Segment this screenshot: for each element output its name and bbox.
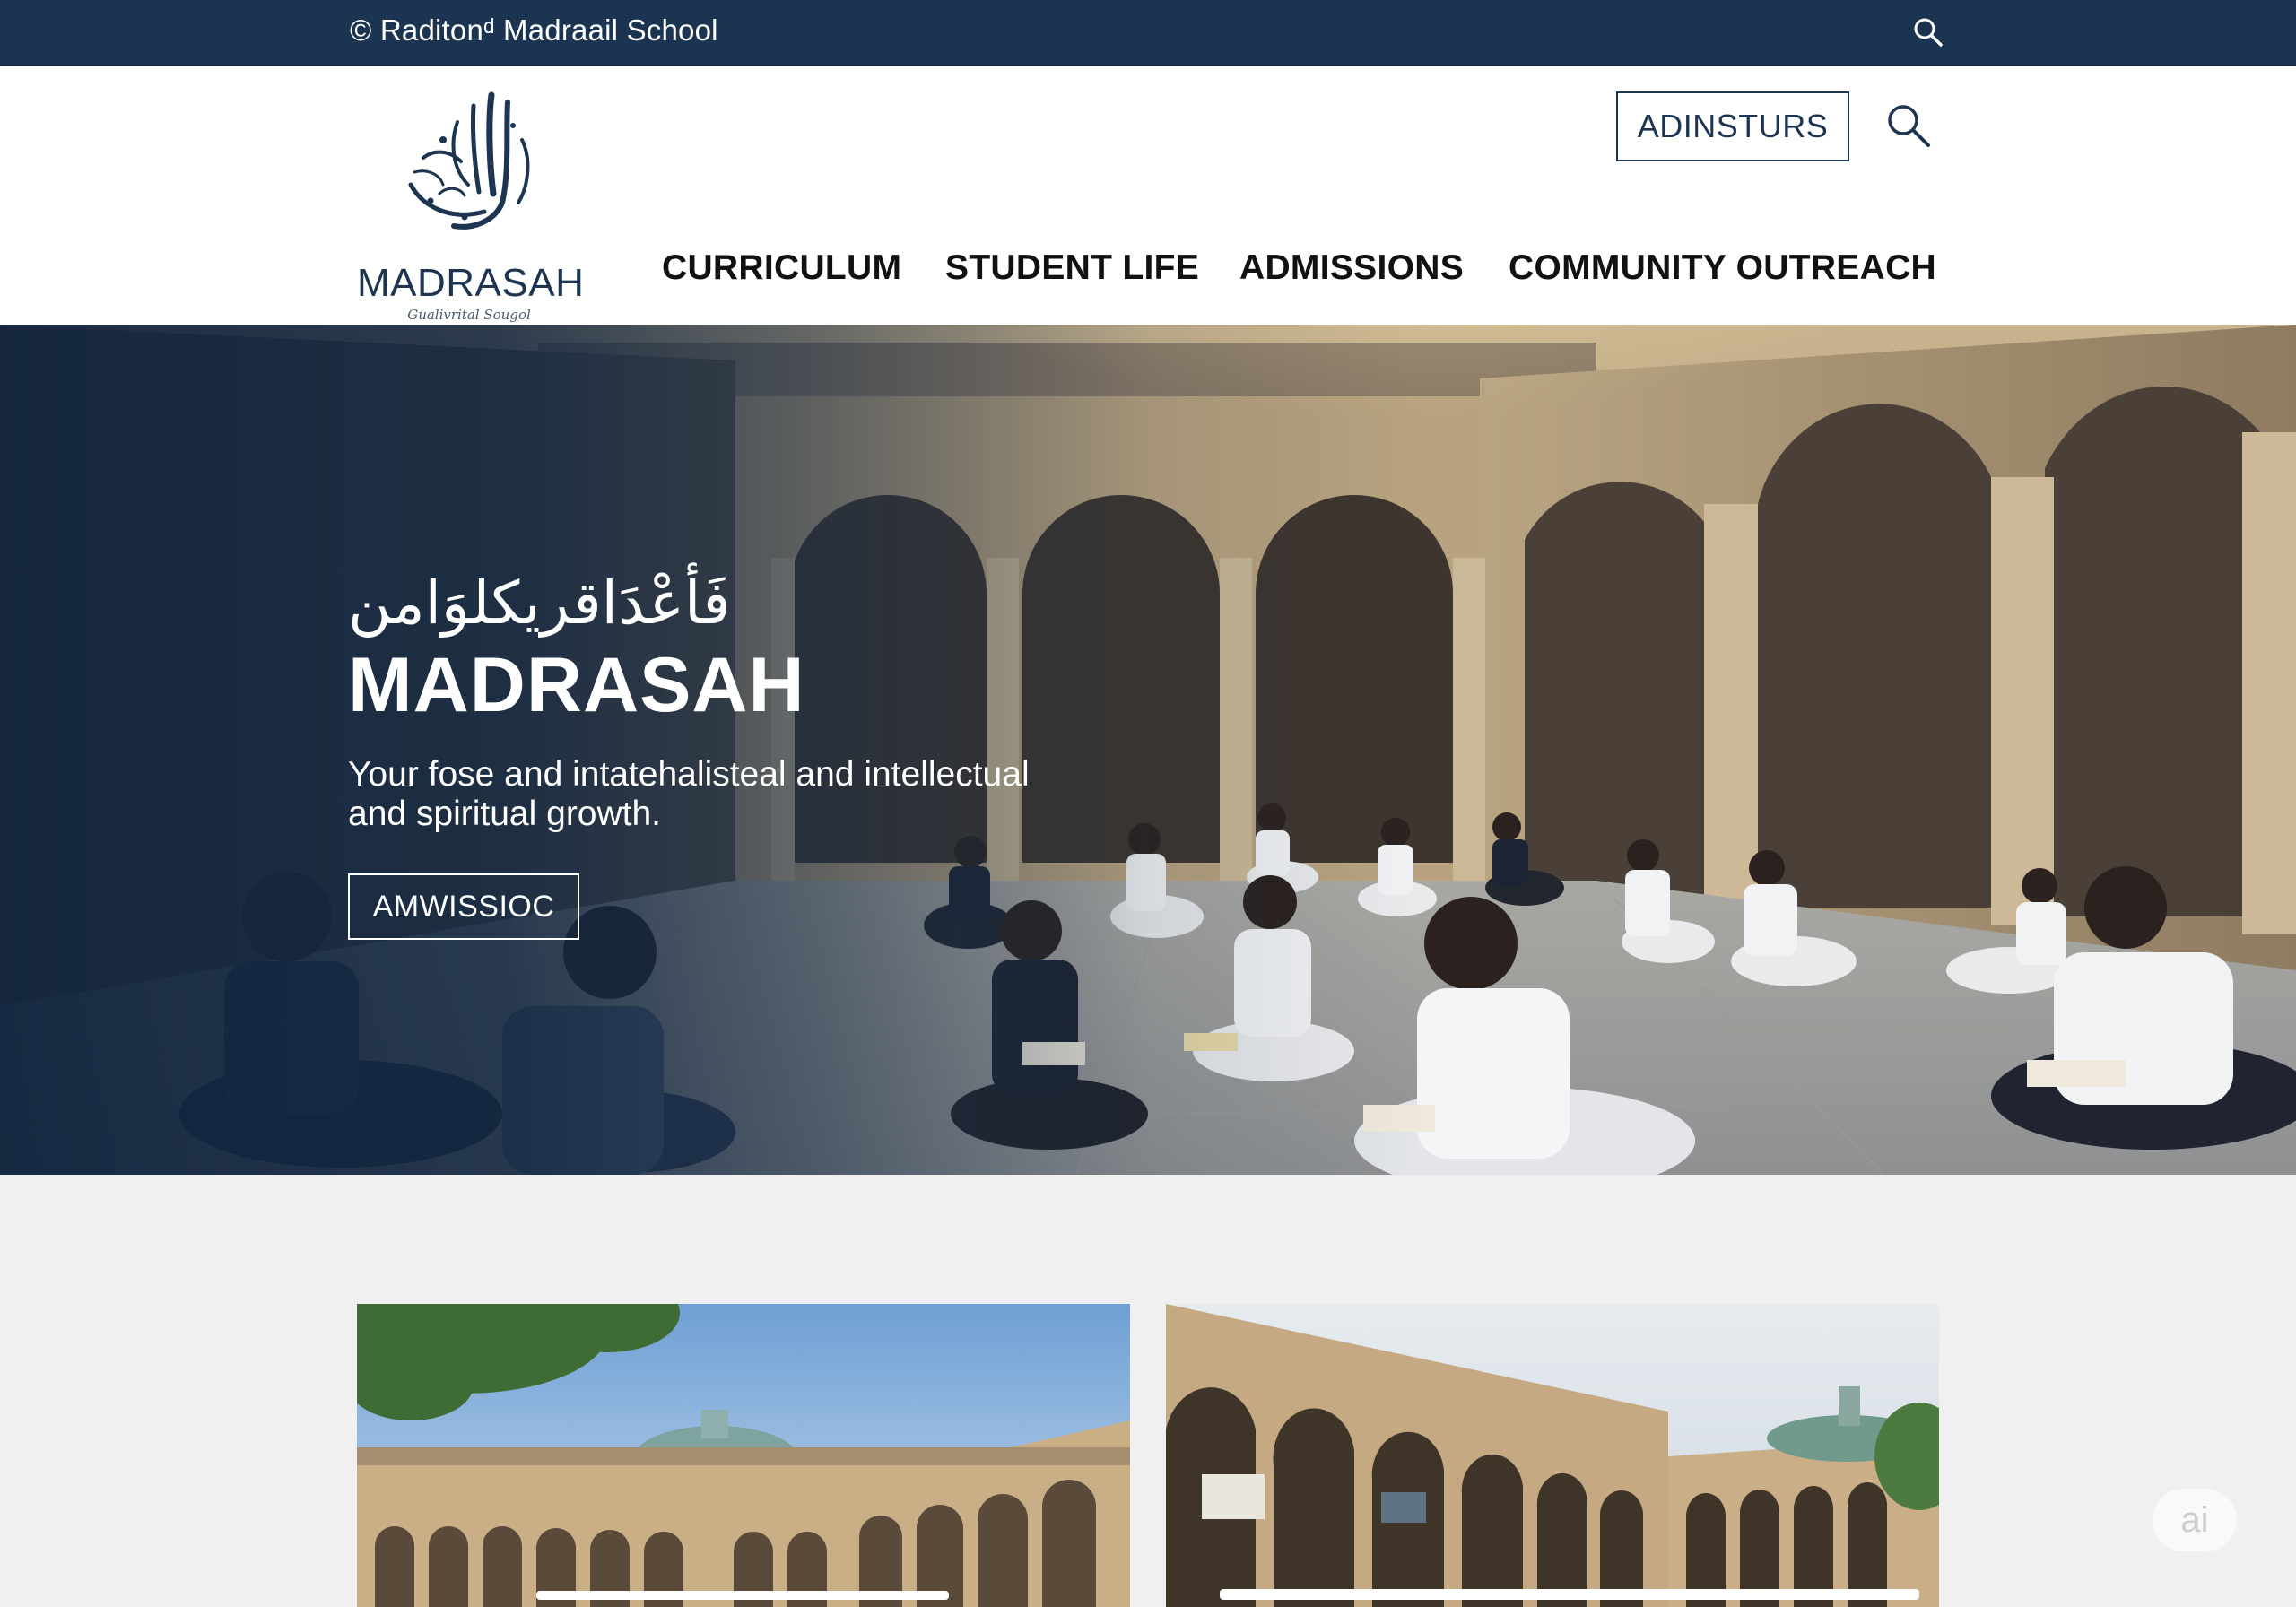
nav-item-admissions[interactable]: ADMISSIONS [1239, 246, 1464, 291]
site-title: © Raditonᵈ Madraail School [350, 13, 718, 47]
madrasah-arcade-courtyard-photo [1166, 1304, 1939, 1607]
image-card[interactable] [357, 1304, 1130, 1607]
image-card[interactable] [1166, 1304, 1939, 1607]
hero-banner: فَأعْدَاقريكلوَامن MADRASAH Your fose an… [0, 325, 2296, 1175]
nav-item-curriculum[interactable]: CURRICULUM [662, 246, 901, 291]
madrasah-courtyard-dome-photo [357, 1304, 1130, 1607]
content-section: ai [0, 1175, 2296, 1607]
hero-title: MADRASAH [348, 642, 805, 728]
hero-cta-button[interactable]: AMWISSIOC [348, 873, 579, 940]
ai-badge[interactable]: ai [2152, 1489, 2237, 1551]
top-bar: © Raditonᵈ Madraail School [0, 0, 2296, 66]
logo-tagline: Gualivrital Sougol [407, 307, 531, 323]
hero-subtitle: Your fose and intatehalisteal and intell… [348, 755, 1030, 833]
site-header: MADRASAH Gualivrital Sougol ADINSTURS CU… [0, 66, 2296, 332]
search-icon[interactable] [1883, 100, 1934, 151]
header-action-button[interactable]: ADINSTURS [1616, 91, 1849, 161]
hero-overlay [0, 325, 2296, 1175]
main-nav: CURRICULUM STUDENT LIFE ADMISSIONS COMMU… [0, 246, 2296, 291]
arabic-calligraphy-logo-icon [408, 91, 530, 230]
search-icon[interactable] [1910, 14, 1946, 50]
nav-item-community-outreach[interactable]: COMMUNITY OUTREACH [1509, 246, 1936, 291]
nav-item-student-life[interactable]: STUDENT LIFE [945, 246, 1199, 291]
hero-arabic-heading: فَأعْدَاقريكلوَامن [348, 569, 731, 638]
